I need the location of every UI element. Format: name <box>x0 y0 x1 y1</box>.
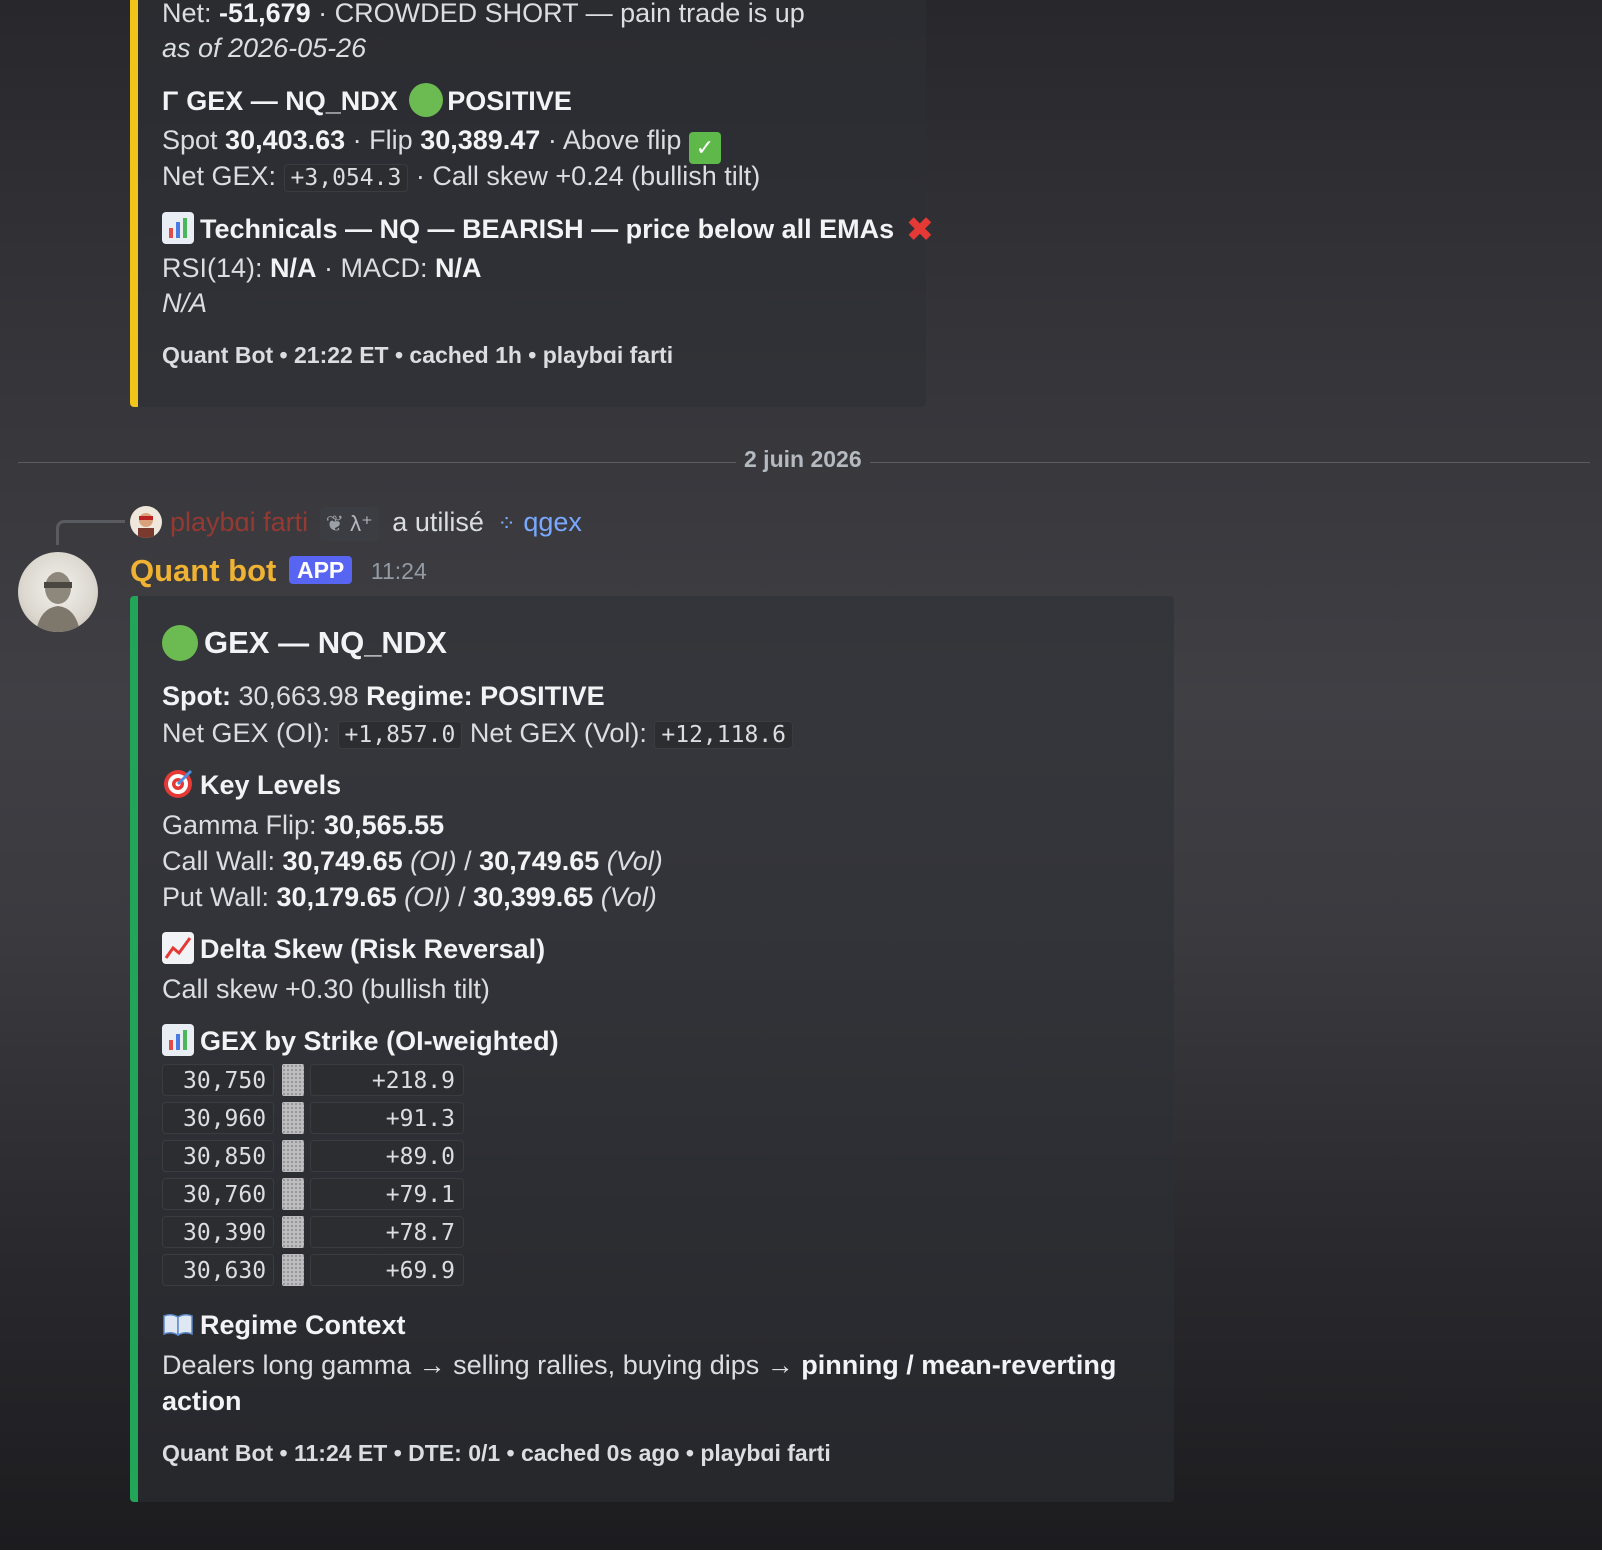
reply-avatar[interactable] <box>130 506 162 538</box>
author-name[interactable]: Quant bot <box>130 553 276 588</box>
strike-cell: 30,750 <box>162 1064 274 1096</box>
prev-gex-heading: Γ GEX — NQ_NDX POSITIVE <box>162 83 572 118</box>
net-value: -51,679 <box>219 0 311 28</box>
app-badge: APP <box>288 556 353 584</box>
divider-date: 2 juin 2026 <box>744 446 862 472</box>
embed-accent-bar <box>130 596 138 1502</box>
netgex-code: +3,054.3 <box>283 164 409 192</box>
netgex-line: Net GEX (OI): +1,857.0 Net GEX (Vol): +1… <box>162 716 793 752</box>
gex-value-cell: +89.0 <box>310 1140 464 1172</box>
green-circle-icon <box>162 625 198 661</box>
strike-cell: 30,390 <box>162 1216 274 1248</box>
strike-heading: GEX by Strike (OI-weighted) <box>162 1024 559 1058</box>
gex-bar-block <box>282 1064 304 1096</box>
user-tag[interactable]: ❦ λ⁺ <box>319 507 379 541</box>
red-cross-icon: ✖ <box>905 211 935 249</box>
app-command-icon: ⁘ <box>497 511 516 536</box>
slash-command[interactable]: ⁘ qgex <box>497 507 582 537</box>
green-circle-icon <box>409 83 444 117</box>
divider-line-left <box>18 462 736 463</box>
gex-bar-block <box>282 1140 304 1172</box>
gex-bar-block <box>282 1216 304 1248</box>
netgex-vol-code: +12,118.6 <box>654 721 793 749</box>
gex-bar-block <box>282 1254 304 1286</box>
gex-value-cell: +91.3 <box>310 1102 464 1134</box>
embed-title: GEX — NQ_NDX <box>162 624 447 662</box>
technicals-heading: Technicals — NQ — BEARISH — price below … <box>162 212 934 247</box>
gex-bar-block <box>282 1102 304 1134</box>
strike-cell: 30,630 <box>162 1254 274 1286</box>
prev-embed-footer: Quant Bot • 21:22 ET • cached 1h • playb… <box>162 342 674 368</box>
reply-username[interactable]: playbɑi farti <box>170 507 308 537</box>
date-divider: 2 juin 2026 <box>18 446 1590 472</box>
gex-value-cell: +218.9 <box>310 1064 464 1096</box>
strike-cell: 30,760 <box>162 1178 274 1210</box>
as-of-date: as of 2026-05-26 <box>162 33 367 63</box>
strike-cell: 30,960 <box>162 1102 274 1134</box>
spot-regime-line: Spot: 30,663.98 Regime: POSITIVE <box>162 681 605 711</box>
call-wall-line: Call Wall: 30,749.65 (OI) / 30,749.65 (V… <box>162 846 663 876</box>
gex-bar-block <box>282 1178 304 1210</box>
regime-text-line1: Dealers long gamma → selling rallies, bu… <box>162 1350 1117 1380</box>
regime-text-line2: action <box>162 1386 242 1416</box>
open-book-icon <box>162 1308 194 1340</box>
na-line: N/A <box>162 288 208 318</box>
delta-skew-heading: Delta Skew (Risk Reversal) <box>162 932 545 966</box>
gamma-flip-line: Gamma Flip: 30,565.55 <box>162 810 445 840</box>
strike-cell: 30,850 <box>162 1140 274 1172</box>
divider-line-right <box>870 462 1590 463</box>
gex-value-cell: +78.7 <box>310 1216 464 1248</box>
rsi-macd-line: RSI(14): N/A · MACD: N/A <box>162 253 482 283</box>
embed-footer: Quant Bot • 11:24 ET • DTE: 0/1 • cached… <box>162 1440 831 1466</box>
embed-accent-bar <box>130 0 138 407</box>
prev-netgex-line: Net GEX: +3,054.3 · Call skew +0.24 (bul… <box>162 161 761 192</box>
message-time[interactable]: 11:24 <box>371 558 427 584</box>
bar-chart-icon <box>162 212 194 244</box>
netgex-oi-code: +1,857.0 <box>337 721 463 749</box>
chart-increasing-icon <box>162 932 194 964</box>
gex-value-cell: +79.1 <box>310 1178 464 1210</box>
prev-spot-line: Spot 30,403.63 · Flip 30,389.47 · Above … <box>162 123 727 164</box>
gex-value-cell: +69.9 <box>310 1254 464 1286</box>
key-levels-heading: Key Levels <box>162 768 341 802</box>
regime-context-heading: Regime Context <box>162 1308 406 1342</box>
bar-chart-icon <box>162 1024 194 1056</box>
bot-avatar[interactable] <box>18 552 98 632</box>
net-line: Net: -51,679 · CROWDED SHORT — pain trad… <box>162 0 805 28</box>
skew-text: Call skew +0.30 (bullish tilt) <box>162 974 490 1004</box>
reply-connector <box>56 520 125 545</box>
message-header: Quant bot APP 11:24 <box>130 552 427 590</box>
target-icon <box>162 768 194 800</box>
leaf-icon: ❦ <box>325 511 345 536</box>
gamma-icon: Γ <box>162 86 179 116</box>
reply-line: playbɑi farti ❦ λ⁺ a utilisé ⁘ qgex <box>170 505 582 541</box>
put-wall-line: Put Wall: 30,179.65 (OI) / 30,399.65 (Vo… <box>162 882 657 912</box>
